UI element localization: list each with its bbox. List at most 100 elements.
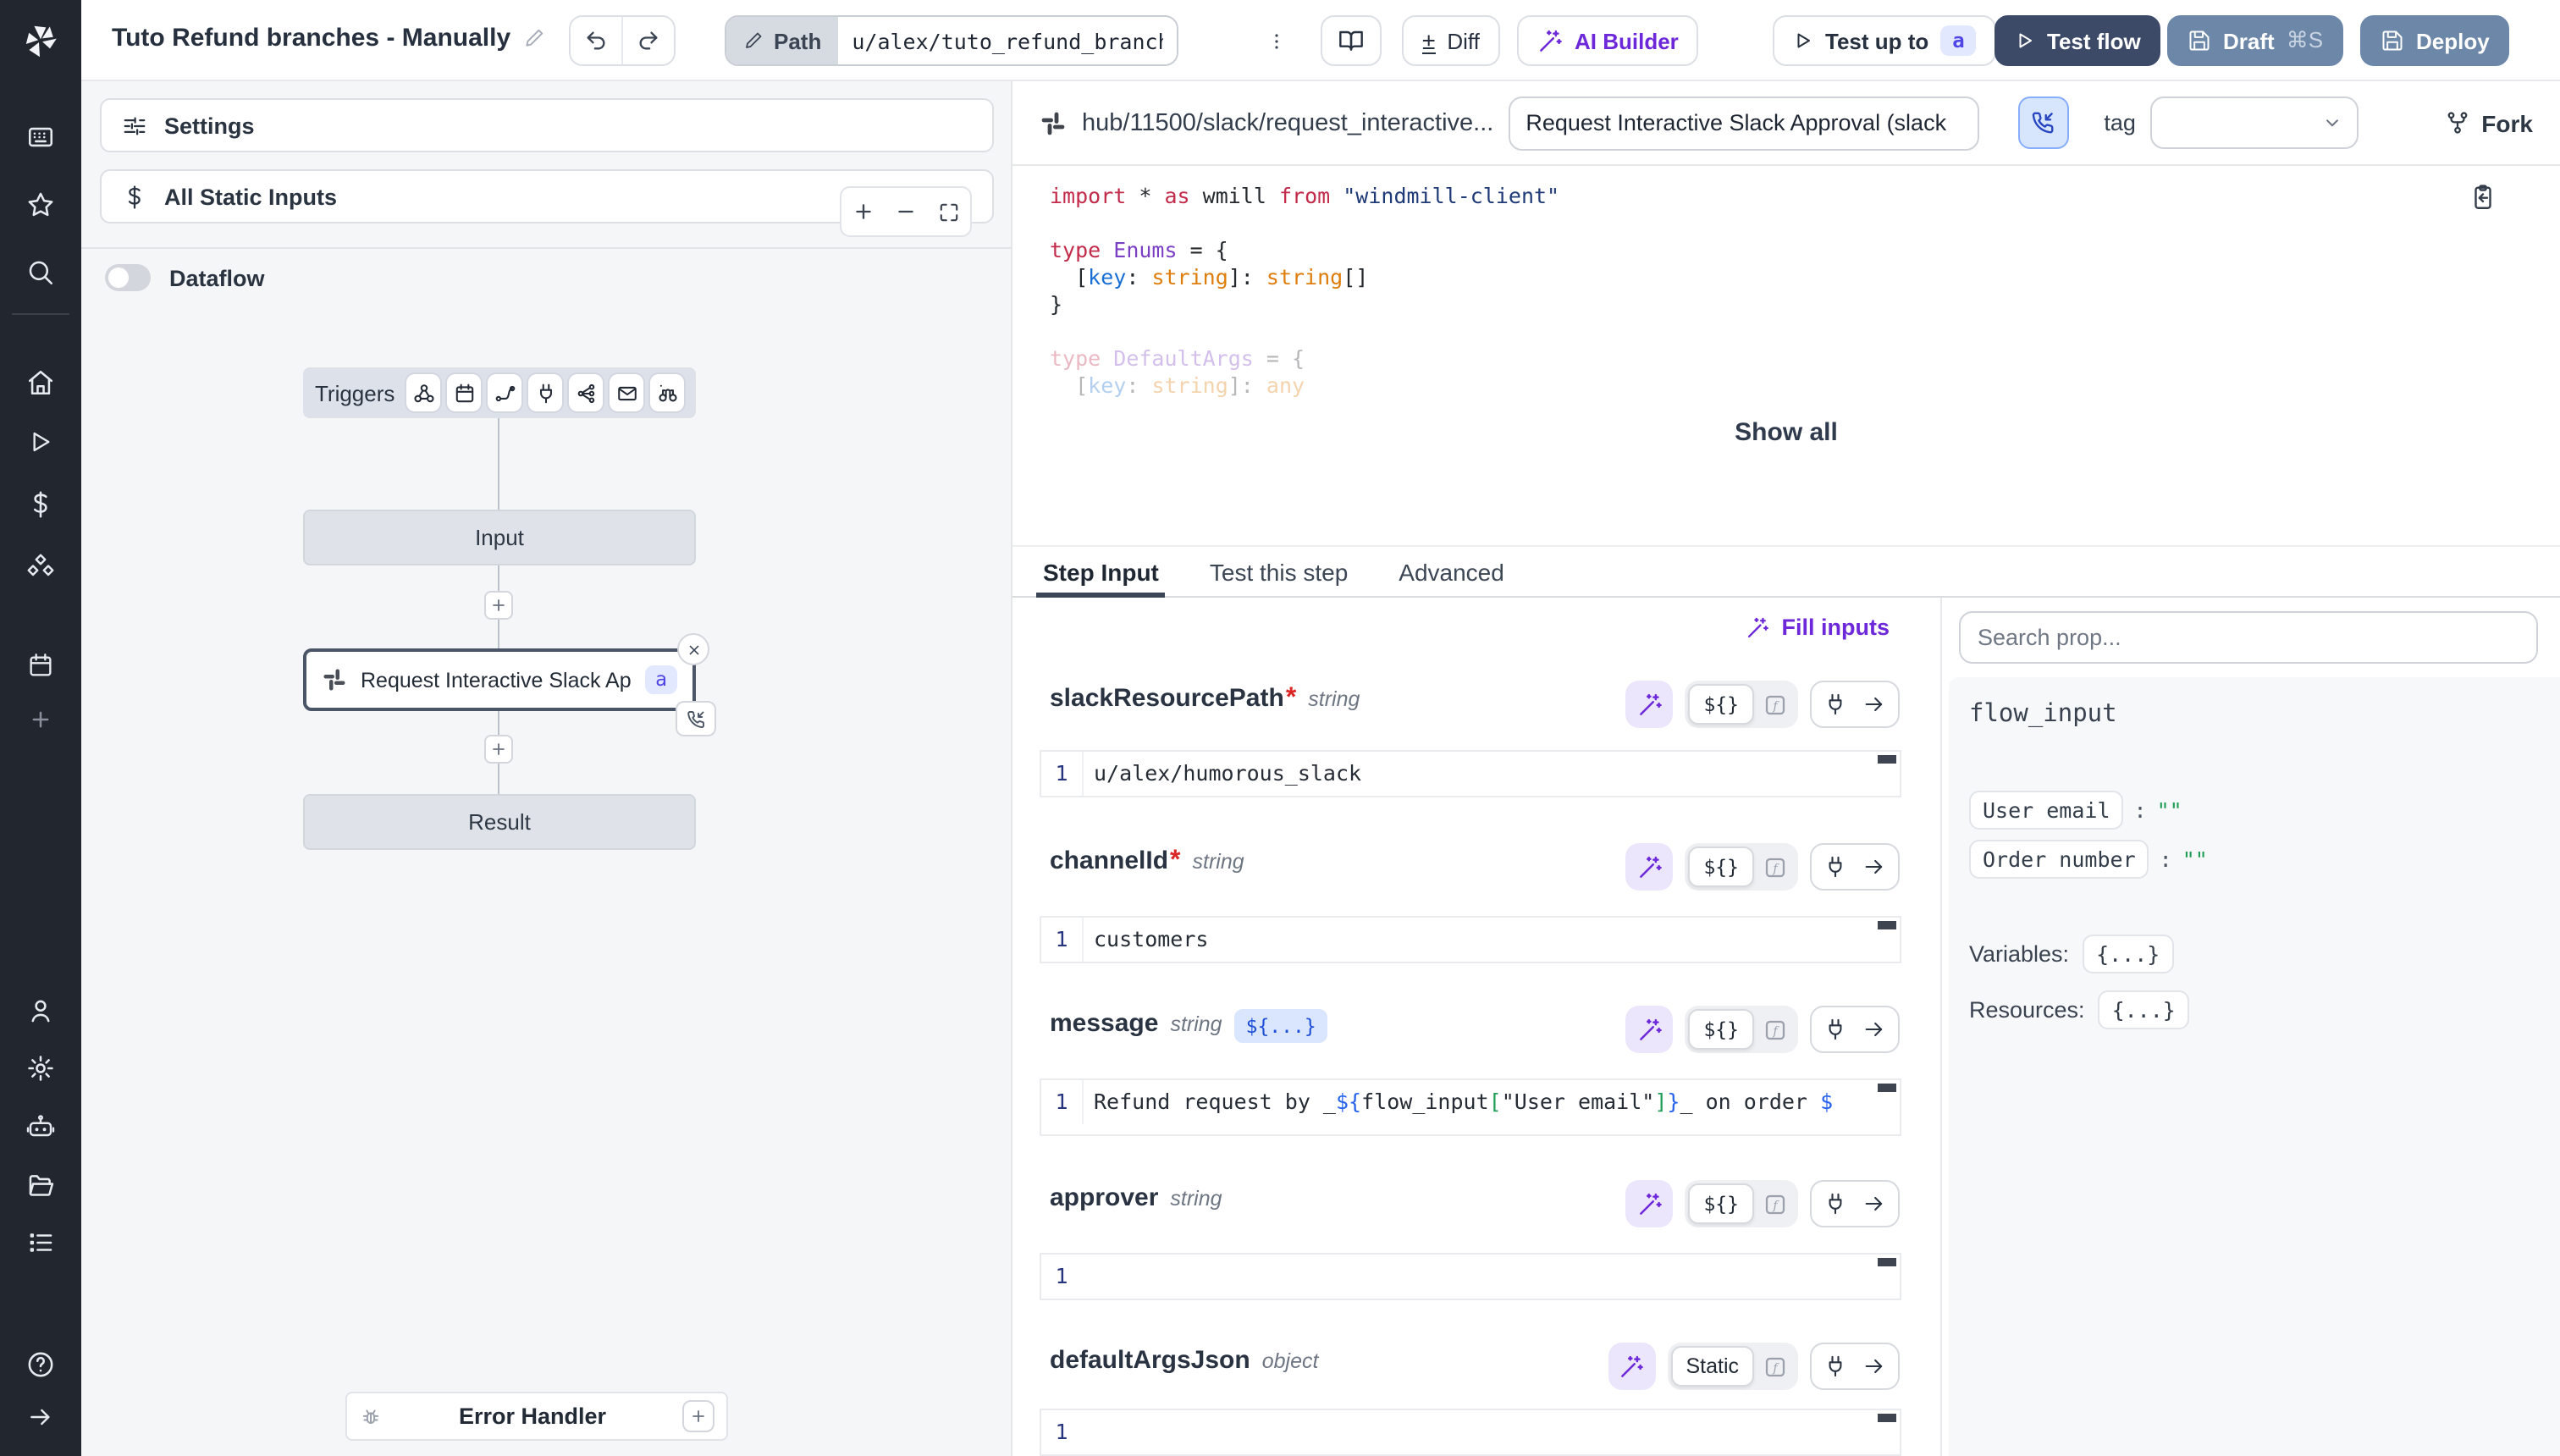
ai-fill-button[interactable] [1625,681,1673,728]
diff-button[interactable]: ± Diff [1402,15,1500,66]
apps-icon[interactable] [26,123,55,152]
tag-select[interactable] [2151,97,2358,149]
function-mode-icon[interactable] [1754,847,1795,887]
kafka-trigger-icon[interactable] [569,374,603,411]
resources-chip[interactable]: {...} [2099,990,2189,1029]
http-route-trigger-icon[interactable] [488,374,521,411]
function-mode-icon[interactable] [1754,1346,1795,1387]
step-node-selected[interactable]: Request Interactive Slack Approval (... … [303,648,696,711]
triggers-node[interactable]: Triggers [303,367,696,418]
websocket-trigger-icon[interactable] [528,374,562,411]
runs-icon[interactable] [27,428,54,455]
function-mode-icon[interactable] [1754,684,1795,725]
poll-trigger-icon[interactable] [650,374,684,411]
docs-button[interactable] [1321,15,1382,66]
delete-step-button[interactable] [677,633,709,665]
settings-gear-icon[interactable] [26,1054,55,1083]
step-summary-input[interactable] [1509,96,1978,150]
field-editor[interactable]: 1 u/alex/humorous_slack [1040,750,1901,797]
settings-button[interactable]: Settings [100,98,994,152]
function-mode-icon[interactable] [1754,1183,1795,1224]
workers-robot-icon[interactable] [25,1112,56,1143]
user-icon[interactable] [26,996,55,1025]
tab-test-this-step[interactable]: Test this step [1210,547,1348,596]
fit-view-button[interactable] [938,201,960,223]
expand-sidebar-icon[interactable] [27,1404,54,1431]
suspend-approval-button[interactable] [2017,97,2068,149]
static-mode-button[interactable]: Static [1670,1346,1754,1387]
show-all-code-button[interactable]: Show all [1012,418,2560,447]
hub-script-path[interactable]: hub/11500/slack/request_interactive... [1082,109,1493,136]
deploy-button[interactable]: Deploy [2360,15,2510,66]
template-mode-button[interactable]: ${} [1688,1009,1754,1050]
arrow-right-icon[interactable] [1862,1018,1886,1041]
ai-fill-button[interactable] [1608,1343,1655,1390]
ai-fill-button[interactable] [1625,843,1673,891]
webhook-trigger-icon[interactable] [406,374,440,411]
zoom-out-button[interactable] [895,200,919,223]
resources-icon[interactable] [25,552,56,582]
fill-inputs-button[interactable]: Fill inputs [1746,615,1890,640]
undo-button[interactable] [571,17,621,64]
template-mode-button[interactable]: ${} [1688,684,1754,725]
field-editor[interactable]: 1 Refund request by _${flow_input["User … [1040,1078,1901,1136]
ai-fill-button[interactable] [1625,1180,1673,1227]
function-mode-icon[interactable] [1754,1009,1795,1050]
arrow-right-icon[interactable] [1862,1192,1886,1216]
more-menu-button[interactable] [1256,15,1297,66]
favorites-icon[interactable] [26,190,55,219]
copy-code-icon[interactable] [2469,183,2497,212]
help-icon[interactable] [26,1350,55,1379]
plug-connect-icon[interactable] [1823,692,1847,716]
fork-button[interactable]: Fork [2444,109,2533,136]
test-up-to-button[interactable]: Test up to a [1773,15,1997,66]
result-node[interactable]: Result [303,794,696,850]
plug-connect-icon[interactable] [1823,855,1847,879]
arrow-right-icon[interactable] [1862,692,1886,716]
prop-key-chip[interactable]: User email [1969,791,2124,830]
field-value[interactable]: u/alex/humorous_slack [1082,752,1900,796]
ai-fill-button[interactable] [1625,1006,1673,1053]
arrow-right-icon[interactable] [1862,1354,1886,1378]
tab-step-input[interactable]: Step Input [1043,547,1159,596]
field-value[interactable]: customers [1082,918,1900,962]
insert-step-button[interactable] [484,591,513,620]
email-trigger-icon[interactable] [610,374,643,411]
schedules-icon[interactable] [27,652,54,679]
ai-builder-button[interactable]: AI Builder [1517,15,1699,66]
edit-title-icon[interactable] [522,27,544,49]
variables-chip[interactable]: {...} [2083,935,2173,973]
path-button[interactable]: Path [726,17,838,64]
input-node[interactable]: Input [303,510,696,565]
draft-button[interactable]: Draft ⌘S [2167,15,2343,66]
field-editor[interactable]: 1 [1040,1409,1901,1456]
test-flow-button[interactable]: Test flow [1994,15,2161,66]
template-mode-button[interactable]: ${} [1688,847,1754,887]
error-handler-node[interactable]: Error Handler [345,1392,728,1441]
template-mode-button[interactable]: ${} [1688,1183,1754,1224]
variables-icon[interactable] [26,490,55,519]
home-icon[interactable] [26,368,55,397]
search-prop-input[interactable] [1959,611,2538,664]
logs-list-icon[interactable] [26,1228,55,1257]
field-value[interactable]: Refund request by _${flow_input["User em… [1082,1080,1900,1124]
path-input[interactable] [838,17,1177,64]
code-preview[interactable]: import * as wmill from "windmill-client"… [1012,166,2560,545]
plug-connect-icon[interactable] [1823,1354,1847,1378]
plug-connect-icon[interactable] [1823,1192,1847,1216]
create-icon[interactable] [28,707,53,732]
add-error-handler-button[interactable] [682,1400,714,1432]
prop-key-chip[interactable]: Order number [1969,840,2149,879]
tab-advanced[interactable]: Advanced [1399,547,1504,596]
insert-step-button[interactable] [484,735,513,764]
folders-icon[interactable] [26,1171,55,1200]
dataflow-toggle[interactable] [105,264,151,291]
zoom-in-button[interactable] [852,200,875,223]
arrow-right-icon[interactable] [1862,855,1886,879]
search-icon[interactable] [26,258,55,287]
field-editor[interactable]: 1 [1040,1253,1901,1300]
windmill-logo[interactable] [0,0,81,81]
redo-button[interactable] [623,17,674,64]
schedule-trigger-icon[interactable] [447,374,481,411]
field-editor[interactable]: 1 customers [1040,916,1901,963]
